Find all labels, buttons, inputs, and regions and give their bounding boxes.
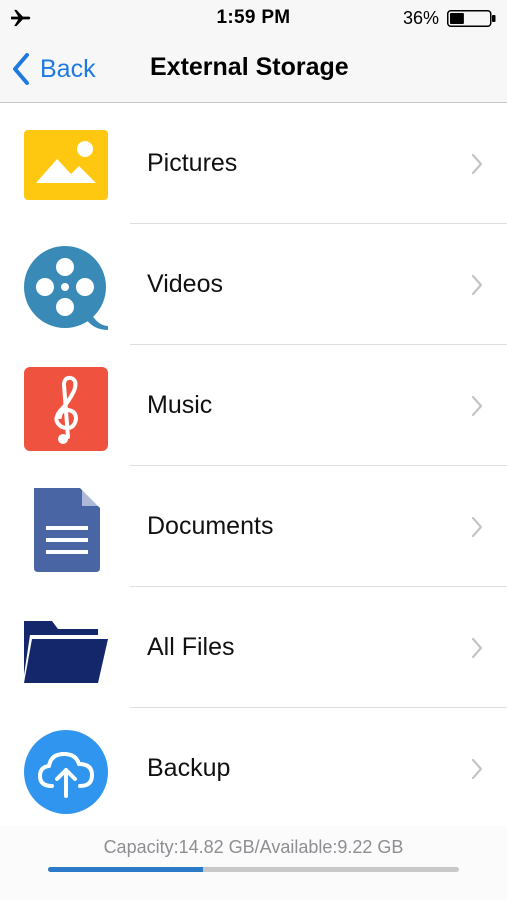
videos-icon	[24, 246, 108, 330]
pictures-icon	[24, 130, 108, 200]
chevron-right-icon	[471, 637, 483, 659]
documents-icon	[34, 488, 100, 572]
folder-icon	[24, 621, 108, 683]
list-item-label: Documents	[147, 512, 274, 540]
storage-progress-fill	[48, 867, 204, 872]
list-item-label: Pictures	[147, 149, 238, 177]
list-item-music[interactable]: Music	[0, 345, 507, 466]
storage-progress-bar	[48, 867, 459, 872]
storage-category-list: Pictures Videos Music Documents All File…	[0, 103, 507, 829]
chevron-right-icon	[471, 395, 483, 417]
list-item-documents[interactable]: Documents	[0, 466, 507, 587]
capacity-text: Capacity:14.82 GB/Available:9.22 GB	[103, 837, 404, 857]
list-item-label: All Files	[147, 633, 235, 661]
battery-icon	[447, 10, 496, 27]
chevron-left-icon	[13, 53, 29, 85]
storage-footer: Capacity:14.82 GB/Available:9.22 GB	[0, 826, 507, 900]
back-button[interactable]: Back	[12, 50, 96, 88]
music-icon	[24, 367, 108, 451]
back-label: Back	[40, 54, 96, 83]
cloud-upload-icon	[24, 730, 108, 814]
chevron-right-icon	[471, 758, 483, 780]
list-item-all-files[interactable]: All Files	[0, 587, 507, 708]
list-item-label: Backup	[147, 754, 231, 782]
chevron-right-icon	[471, 153, 483, 175]
battery-percentage: 36%	[402, 8, 439, 28]
chevron-right-icon	[471, 516, 483, 538]
list-item-pictures[interactable]: Pictures	[0, 103, 507, 224]
list-item-label: Videos	[147, 270, 223, 298]
navigation-bar: Back External Storage	[0, 36, 507, 103]
status-bar: 1:59 PM 36%	[0, 0, 507, 36]
list-item-label: Music	[147, 391, 213, 419]
chevron-right-icon	[471, 274, 483, 296]
page-title: External Storage	[150, 53, 349, 81]
list-item-backup[interactable]: Backup	[0, 708, 507, 829]
list-item-videos[interactable]: Videos	[0, 224, 507, 345]
